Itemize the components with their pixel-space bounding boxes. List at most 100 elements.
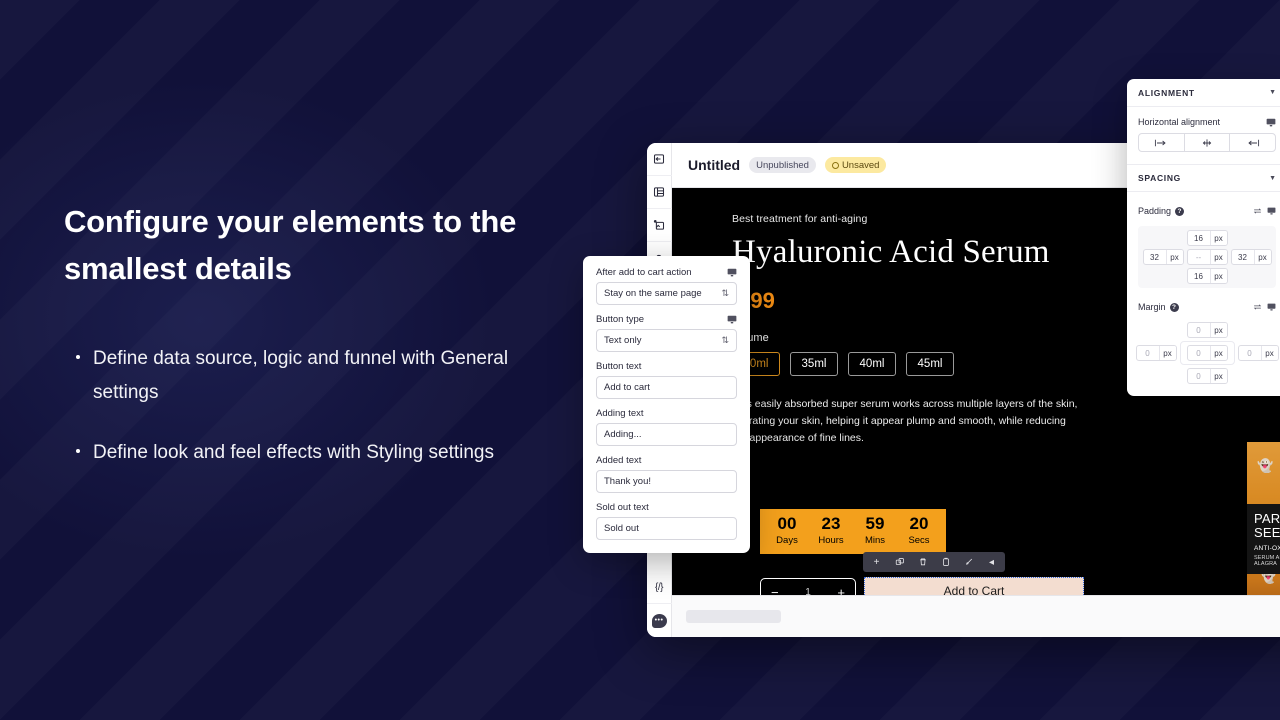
field-header: Adding text bbox=[596, 408, 737, 419]
volume-option-40ml[interactable]: 40ml bbox=[848, 352, 896, 376]
countdown-mins-value: 59 bbox=[865, 514, 885, 533]
margin-top-value: 0 bbox=[1196, 325, 1201, 335]
padding-middle-row: 32 px -- px 32 px bbox=[1142, 249, 1272, 265]
margin-left-input[interactable]: 0 px bbox=[1135, 345, 1177, 361]
field-label: Sold out text bbox=[596, 502, 649, 513]
field-header: Sold out text bbox=[596, 502, 737, 513]
margin-left-unit: px bbox=[1158, 346, 1176, 360]
padding-top-unit: px bbox=[1209, 231, 1227, 245]
field-sold-out-text: Sold out text Sold out bbox=[596, 502, 737, 540]
collapse-icon[interactable]: ◂ bbox=[980, 552, 1003, 572]
desktop-icon[interactable] bbox=[1266, 118, 1276, 127]
padding-label: Padding ? bbox=[1138, 206, 1185, 216]
spacing-section-title: SPACING bbox=[1138, 173, 1181, 183]
padding-bottom-input[interactable]: 16 px bbox=[1186, 268, 1228, 284]
volume-options[interactable]: 30ml 35ml 40ml 45ml bbox=[732, 352, 1132, 376]
layers-icon[interactable] bbox=[647, 176, 672, 209]
after-add-to-cart-select[interactable]: Stay on the same page bbox=[596, 282, 737, 305]
padding-left-input[interactable]: 32 px bbox=[1142, 249, 1184, 265]
field-after-add-to-cart-action: After add to cart action Stay on the sam… bbox=[596, 267, 737, 305]
add-to-cart-button[interactable]: Add to Cart bbox=[864, 577, 1084, 595]
link-sides-icon[interactable] bbox=[1253, 202, 1262, 220]
padding-top-input[interactable]: 16 px bbox=[1186, 230, 1228, 246]
button-text-input[interactable]: Add to cart bbox=[596, 376, 737, 399]
margin-top-input[interactable]: 0 px bbox=[1186, 322, 1228, 338]
help-icon[interactable]: ? bbox=[1175, 206, 1185, 216]
exit-icon[interactable] bbox=[647, 143, 672, 176]
chevron-down-icon[interactable]: ▼ bbox=[1269, 175, 1276, 182]
padding-left-value: 32 bbox=[1150, 252, 1159, 262]
padding-right-input[interactable]: 32 px bbox=[1230, 249, 1272, 265]
padding-top-value: 16 bbox=[1194, 233, 1203, 243]
adding-text-input[interactable]: Adding... bbox=[596, 423, 737, 446]
help-icon[interactable]: ? bbox=[1169, 302, 1179, 312]
padding-right-unit: px bbox=[1253, 250, 1271, 264]
padding-all-input[interactable]: -- px bbox=[1186, 249, 1228, 265]
countdown-mins-label: Mins bbox=[864, 534, 886, 546]
margin-left-value: 0 bbox=[1145, 348, 1150, 358]
quantity-decrease-button[interactable]: − bbox=[771, 585, 779, 595]
list-item: Define data source, logic and funnel wit… bbox=[64, 342, 534, 410]
horizontal-alignment-buttons[interactable] bbox=[1138, 133, 1276, 152]
element-toolbar[interactable]: + ◂ bbox=[863, 552, 1005, 572]
desktop-icon[interactable] bbox=[727, 268, 737, 277]
button-type-select[interactable]: Text only bbox=[596, 329, 737, 352]
margin-right-input[interactable]: 0 px bbox=[1237, 345, 1279, 361]
field-label: Adding text bbox=[596, 408, 644, 419]
volume-option-45ml[interactable]: 45ml bbox=[906, 352, 954, 376]
spacing-section-body: Padding ? 16 px 32 px -- px 32 px 16 px … bbox=[1127, 192, 1280, 396]
document-title[interactable]: Untitled bbox=[688, 157, 740, 173]
image-icon[interactable] bbox=[647, 209, 672, 242]
countdown-secs-value: 20 bbox=[909, 514, 929, 533]
ghost-icon: 👻 bbox=[1257, 458, 1274, 473]
unsaved-label: Unsaved bbox=[841, 159, 880, 171]
margin-middle-row: 0 px 0 px 0 px bbox=[1135, 341, 1279, 365]
link-sides-icon[interactable] bbox=[1253, 298, 1262, 316]
input-value: Add to cart bbox=[604, 382, 650, 393]
quantity-value[interactable]: 1 bbox=[805, 587, 811, 595]
desktop-icon[interactable] bbox=[1267, 202, 1276, 220]
select-value: Text only bbox=[604, 335, 642, 346]
countdown-hours-value: 23 bbox=[821, 514, 841, 533]
sold-out-text-input[interactable]: Sold out bbox=[596, 517, 737, 540]
quantity-stepper[interactable]: − 1 + bbox=[760, 578, 856, 595]
footer-placeholder bbox=[686, 610, 781, 623]
align-right-icon[interactable] bbox=[1230, 134, 1275, 151]
field-button-text: Button text Add to cart bbox=[596, 361, 737, 399]
chevron-down-icon[interactable]: ▼ bbox=[1269, 89, 1276, 96]
alignment-section-title: ALIGNMENT bbox=[1138, 87, 1195, 98]
padding-right-value: 32 bbox=[1238, 252, 1247, 262]
margin-bottom-unit: px bbox=[1209, 369, 1227, 383]
desktop-icon[interactable] bbox=[727, 315, 737, 324]
margin-bottom-input[interactable]: 0 px bbox=[1186, 368, 1228, 384]
margin-center-wrap: 0 px bbox=[1179, 341, 1235, 365]
volume-option-35ml[interactable]: 35ml bbox=[790, 352, 838, 376]
paste-icon[interactable] bbox=[934, 552, 957, 572]
added-text-input[interactable]: Thank you! bbox=[596, 470, 737, 493]
countdown-unit-secs: 20 Secs bbox=[903, 514, 935, 545]
padding-left-unit: px bbox=[1165, 250, 1183, 264]
margin-right-unit: px bbox=[1260, 346, 1278, 360]
desktop-icon[interactable] bbox=[1267, 298, 1276, 316]
padding-label-text: Padding bbox=[1138, 206, 1172, 216]
quantity-increase-button[interactable]: + bbox=[837, 585, 845, 595]
select-value: Stay on the same page bbox=[604, 288, 702, 299]
add-icon[interactable]: + bbox=[865, 552, 888, 572]
spacing-section-header[interactable]: SPACING ▼ bbox=[1127, 164, 1280, 192]
padding-row-icons bbox=[1253, 202, 1276, 220]
brush-icon[interactable] bbox=[957, 552, 980, 572]
style-settings-panel: ALIGNMENT ▼ Horizontal alignment SPACING… bbox=[1127, 79, 1280, 396]
input-value: Sold out bbox=[604, 523, 639, 534]
countdown-hours-label: Hours bbox=[818, 534, 844, 546]
align-left-icon[interactable] bbox=[1139, 134, 1185, 151]
product-title[interactable]: Hyaluronic Acid Serum bbox=[732, 234, 1132, 271]
margin-all-input[interactable]: 0 px bbox=[1186, 345, 1228, 361]
field-button-type: Button type Text only bbox=[596, 314, 737, 352]
delete-icon[interactable] bbox=[911, 552, 934, 572]
margin-row-icons bbox=[1253, 298, 1276, 316]
alignment-section-header[interactable]: ALIGNMENT ▼ bbox=[1127, 79, 1280, 107]
chat-icon[interactable]: ••• bbox=[647, 604, 672, 637]
align-center-icon[interactable] bbox=[1185, 134, 1231, 151]
duplicate-icon[interactable] bbox=[888, 552, 911, 572]
code-icon[interactable]: {/} bbox=[647, 571, 672, 604]
